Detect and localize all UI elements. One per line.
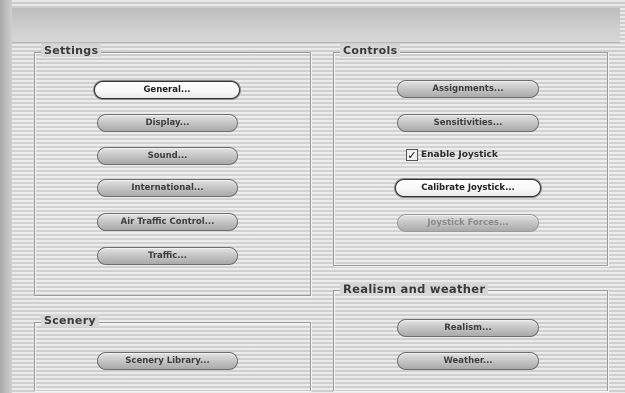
settings-screen: Settings General... Display... Sound... … [0, 0, 625, 393]
air-traffic-control-button[interactable]: Air Traffic Control... [97, 213, 238, 231]
joystick-forces-button[interactable]: Joystick Forces... [397, 214, 539, 232]
enable-joystick-row[interactable]: ✓ Enable Joystick [406, 149, 498, 161]
assignments-button[interactable]: Assignments... [397, 80, 539, 98]
display-button[interactable]: Display... [97, 114, 238, 132]
enable-joystick-checkbox[interactable]: ✓ [406, 149, 418, 161]
scenery-library-button[interactable]: Scenery Library... [97, 352, 238, 370]
settings-group: Settings General... Display... Sound... … [34, 44, 311, 296]
controls-group: Controls Assignments... Sensitivities...… [333, 44, 608, 266]
traffic-button[interactable]: Traffic... [97, 247, 238, 265]
realism-weather-group: Realism and weather Realism... Weather..… [333, 282, 608, 391]
general-button[interactable]: General... [94, 81, 240, 99]
enable-joystick-label: Enable Joystick [421, 150, 498, 160]
calibrate-joystick-button[interactable]: Calibrate Joystick... [395, 179, 541, 197]
scenery-group-title: Scenery [41, 314, 99, 327]
weather-button[interactable]: Weather... [397, 352, 539, 370]
sound-button[interactable]: Sound... [97, 147, 238, 165]
realism-weather-group-title: Realism and weather [340, 282, 489, 296]
scenery-group: Scenery Scenery Library... [34, 314, 311, 391]
settings-group-title: Settings [41, 44, 102, 57]
sensitivities-button[interactable]: Sensitivities... [397, 114, 539, 132]
realism-button[interactable]: Realism... [397, 319, 539, 337]
controls-group-title: Controls [340, 44, 401, 57]
top-header-bar [12, 8, 620, 43]
international-button[interactable]: International... [97, 179, 238, 197]
window-left-edge [0, 0, 12, 393]
